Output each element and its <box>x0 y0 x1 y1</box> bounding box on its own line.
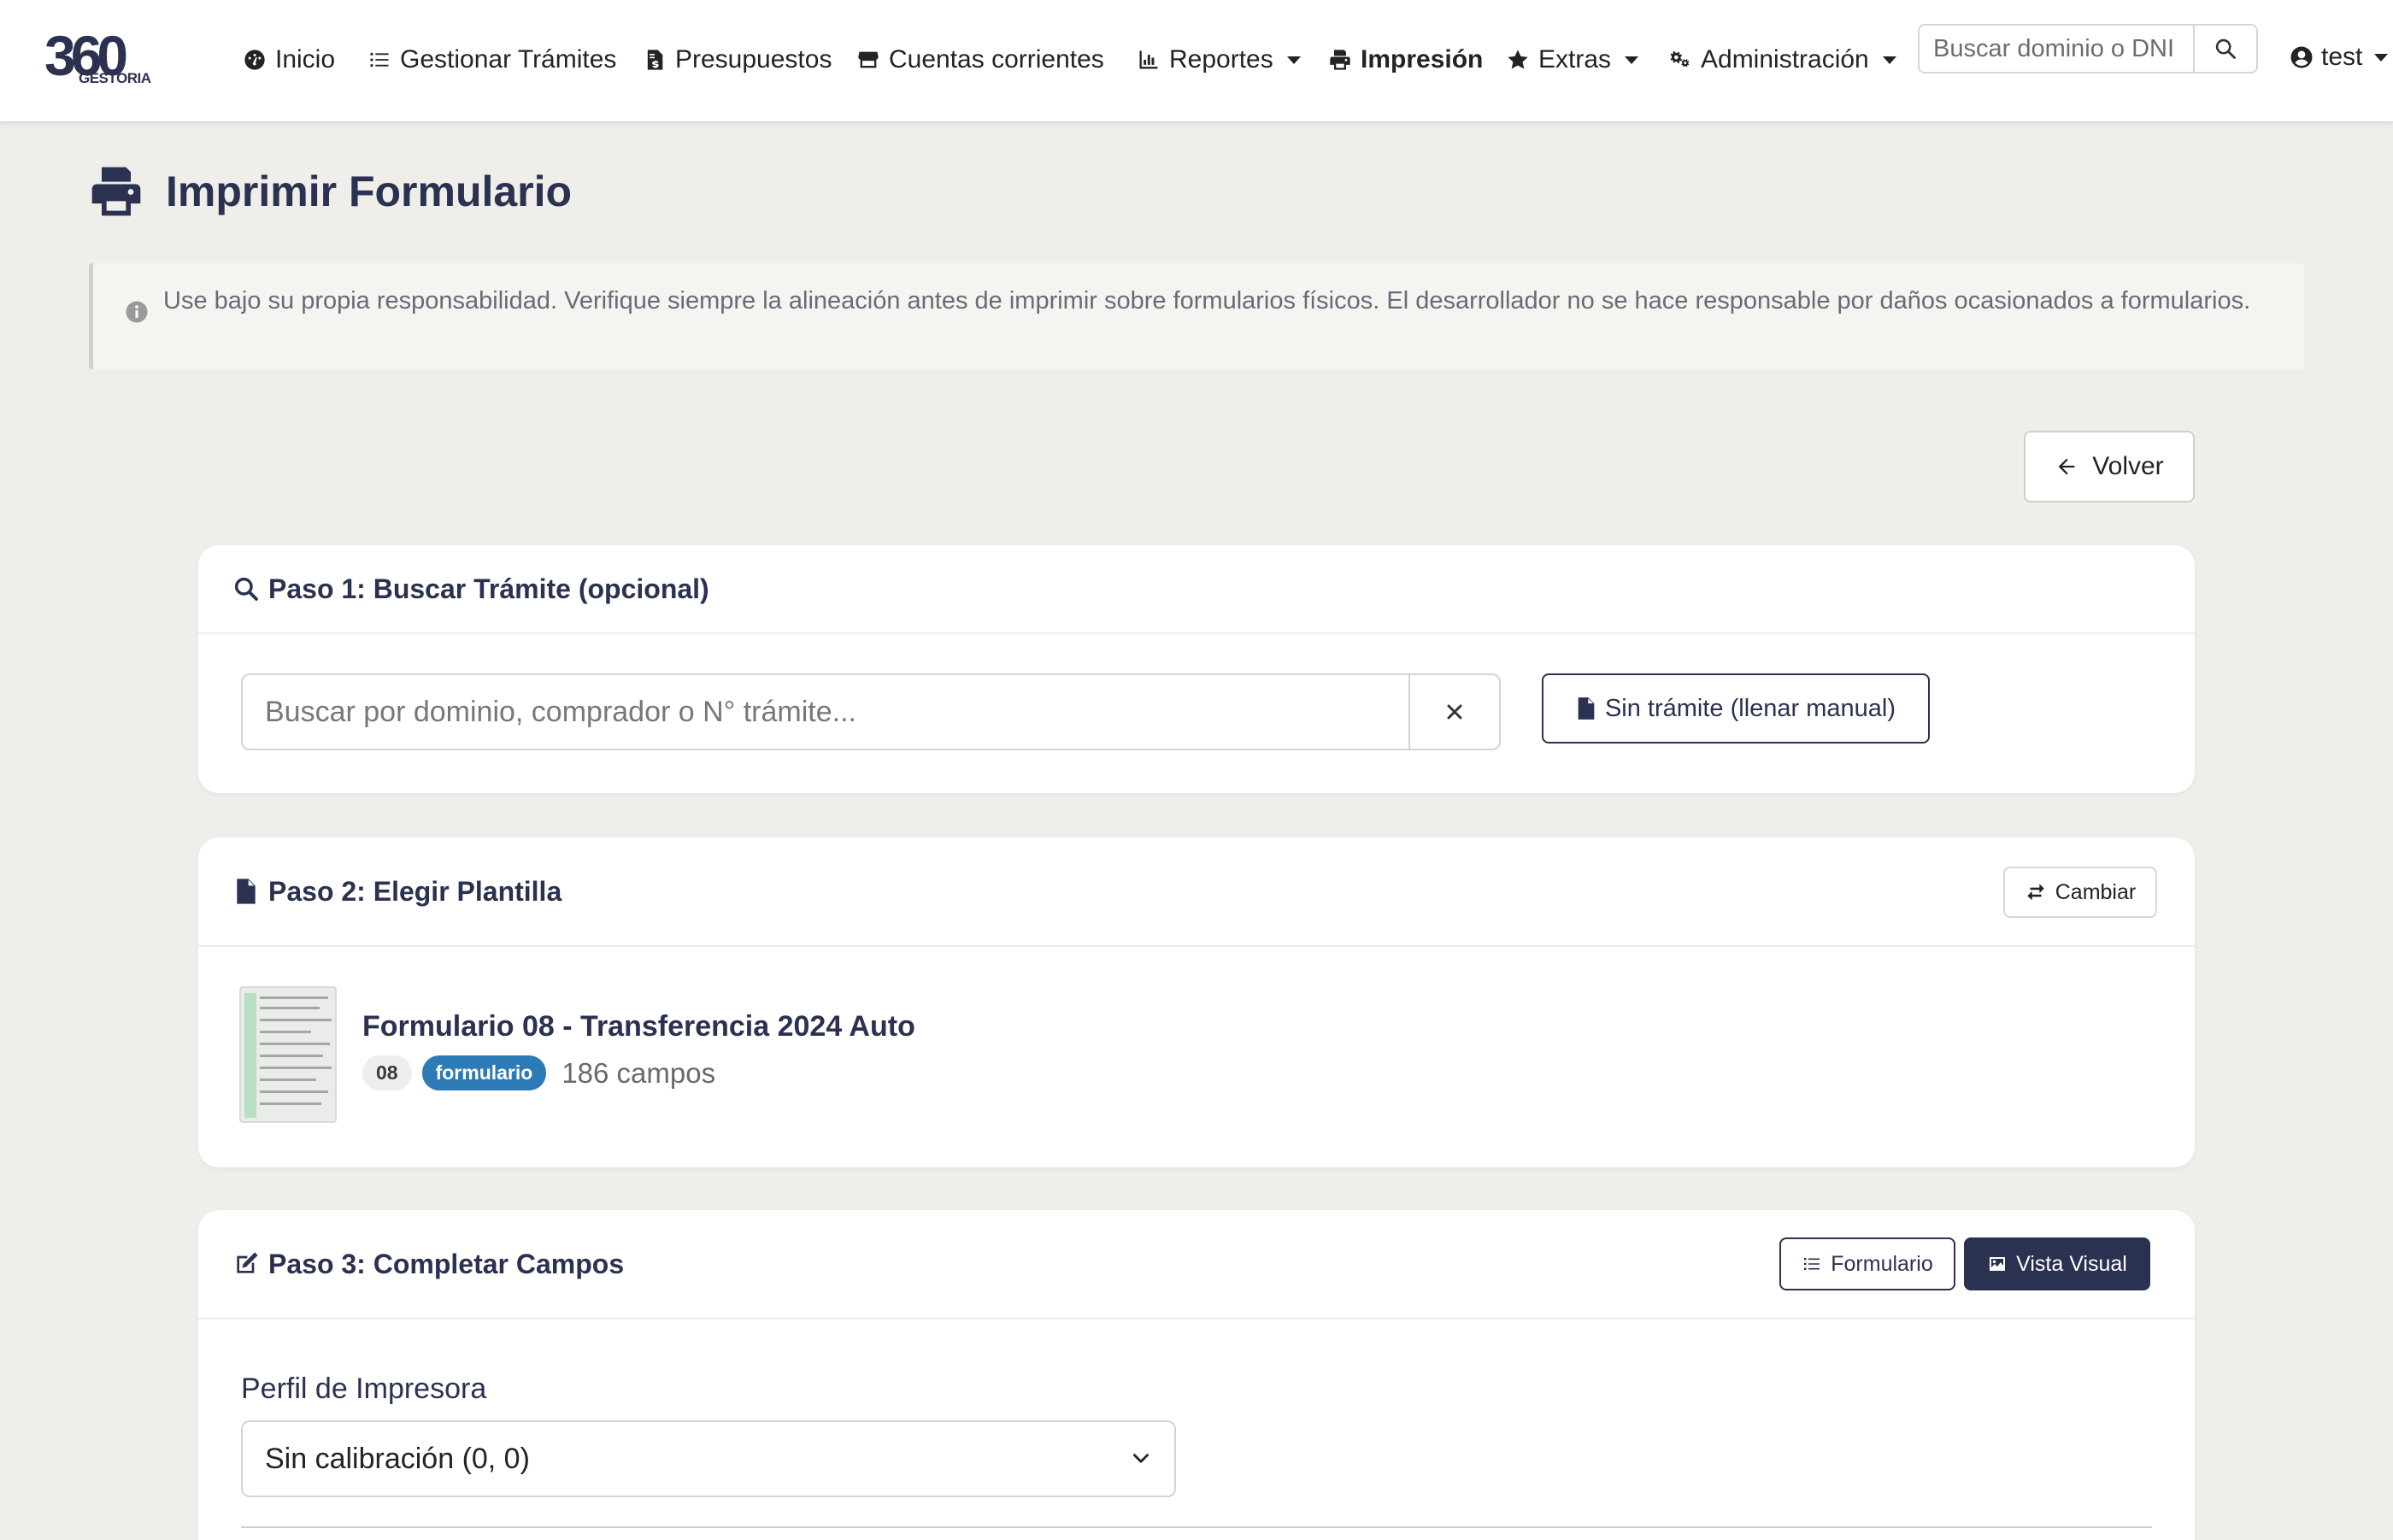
clear-search-button[interactable] <box>1408 675 1499 749</box>
nav-item-administracion[interactable]: Administración <box>1668 41 1896 79</box>
step1-title: Paso 1: Buscar Trámite (opcional) <box>268 573 709 604</box>
nav-item-impresion[interactable]: Impresión <box>1328 41 1483 79</box>
tramite-search <box>241 673 1501 750</box>
nav-item-gestionar-tramites[interactable]: Gestionar Trámites <box>367 41 616 79</box>
template-thumbnail <box>239 986 337 1123</box>
printer-profile-value: Sin calibración (0, 0) <box>265 1442 530 1475</box>
nav-label: Gestionar Trámites <box>400 45 617 73</box>
chevron-down-icon <box>1625 56 1639 64</box>
top-navbar: 360 GESTORIA Inicio Gestionar Trámites P… <box>0 0 2393 123</box>
chart-icon <box>1139 50 1158 69</box>
printer-profile-label: Perfil de Impresora <box>241 1372 487 1405</box>
nav-label: Extras <box>1538 45 1612 73</box>
nav-label: Reportes <box>1169 45 1273 73</box>
user-circle-icon <box>2290 46 2313 68</box>
chevron-down-icon <box>2374 53 2389 62</box>
list-icon <box>1804 1258 1820 1270</box>
nav-search <box>1918 24 2258 73</box>
dashboard-icon <box>244 50 265 70</box>
selected-template[interactable]: Formulario 08 - Transferencia 2024 Auto … <box>239 986 915 1123</box>
nav-label: Presupuestos <box>675 45 832 73</box>
change-template-label: Cambiar <box>2055 879 2137 904</box>
template-fields-count: 186 campos <box>562 1056 716 1089</box>
nav-search-button[interactable] <box>2193 26 2256 72</box>
logo-subtitle: GESTORIA <box>79 70 151 86</box>
disclaimer-alert: Use bajo su propia responsabilidad. Veri… <box>89 263 2304 369</box>
template-type-badge: formulario <box>421 1055 547 1090</box>
search-icon <box>2215 38 2236 59</box>
chevron-down-icon <box>1133 1454 1149 1463</box>
step3-card: Paso 3: Completar Campos Formulario Vist… <box>198 1210 2195 1540</box>
image-icon <box>1990 1257 2006 1271</box>
store-icon <box>858 51 879 68</box>
step3-title: Paso 3: Completar Campos <box>268 1248 625 1279</box>
chevron-down-icon <box>1286 56 1301 64</box>
form-view-button[interactable]: Formulario <box>1779 1237 1955 1290</box>
nav-item-reportes[interactable]: Reportes <box>1137 41 1301 79</box>
nav-item-cuentas-corrientes[interactable]: Cuentas corrientes <box>856 41 1104 79</box>
step1-header: Paso 1: Buscar Trámite (opcional) <box>198 545 2195 634</box>
file-icon <box>1578 697 1595 720</box>
user-name: test <box>2321 43 2363 71</box>
star-icon <box>1508 50 1528 69</box>
step3-header: Paso 3: Completar Campos Formulario Vist… <box>198 1210 2195 1320</box>
back-label: Volver <box>2092 452 2164 480</box>
info-icon <box>126 301 148 323</box>
nav-label: Impresión <box>1361 45 1484 73</box>
visual-view-label: Vista Visual <box>2016 1251 2127 1276</box>
manual-fill-label: Sin trámite (llenar manual) <box>1604 694 1896 722</box>
nav-label: Inicio <box>275 45 336 73</box>
arrow-left-icon <box>2058 458 2075 475</box>
file-icon <box>237 879 256 904</box>
close-icon <box>1447 704 1462 720</box>
chevron-down-icon <box>1882 56 1896 64</box>
nav-item-inicio[interactable]: Inicio <box>243 41 335 79</box>
printer-profile-select[interactable]: Sin calibración (0, 0) <box>241 1420 1176 1497</box>
nav-label: Cuentas corrientes <box>889 45 1104 73</box>
manual-fill-button[interactable]: Sin trámite (llenar manual) <box>1542 673 1930 744</box>
list-icon <box>370 52 389 68</box>
form-view-label: Formulario <box>1831 1251 1933 1276</box>
swap-icon <box>2027 884 2044 901</box>
invoice-icon <box>647 50 663 70</box>
visual-view-button[interactable]: Vista Visual <box>1964 1237 2150 1290</box>
template-name: Formulario 08 - Transferencia 2024 Auto <box>362 1010 915 1043</box>
nav-item-presupuestos[interactable]: Presupuestos <box>643 41 832 79</box>
edit-icon <box>237 1252 258 1273</box>
brand-logo[interactable]: 360 GESTORIA <box>44 27 151 91</box>
nav-label: Administración <box>1701 45 1869 73</box>
user-menu[interactable]: test <box>2289 43 2389 72</box>
step2-title: Paso 2: Elegir Plantilla <box>268 875 562 907</box>
back-button[interactable]: Volver <box>2024 431 2195 503</box>
printer-icon <box>91 167 141 216</box>
nav-item-extras[interactable]: Extras <box>1506 41 1639 79</box>
step2-card: Paso 2: Elegir Plantilla Cambiar Formula… <box>198 838 2195 1167</box>
gears-icon <box>1670 50 1690 68</box>
page-header: Imprimir Formulario <box>87 162 572 220</box>
change-template-button[interactable]: Cambiar <box>2003 867 2157 918</box>
search-icon <box>234 577 258 601</box>
tramite-search-input[interactable] <box>243 675 1408 749</box>
section-divider <box>241 1526 2152 1528</box>
alert-text: Use bajo su propia responsabilidad. Veri… <box>163 287 2251 314</box>
step1-card: Paso 1: Buscar Trámite (opcional) Sin tr… <box>198 545 2195 793</box>
page-title: Imprimir Formulario <box>166 168 573 215</box>
nav-search-input[interactable] <box>1920 26 2193 72</box>
step2-header: Paso 2: Elegir Plantilla Cambiar <box>198 838 2195 947</box>
printer-icon <box>1330 50 1350 70</box>
template-code-badge: 08 <box>362 1055 412 1090</box>
